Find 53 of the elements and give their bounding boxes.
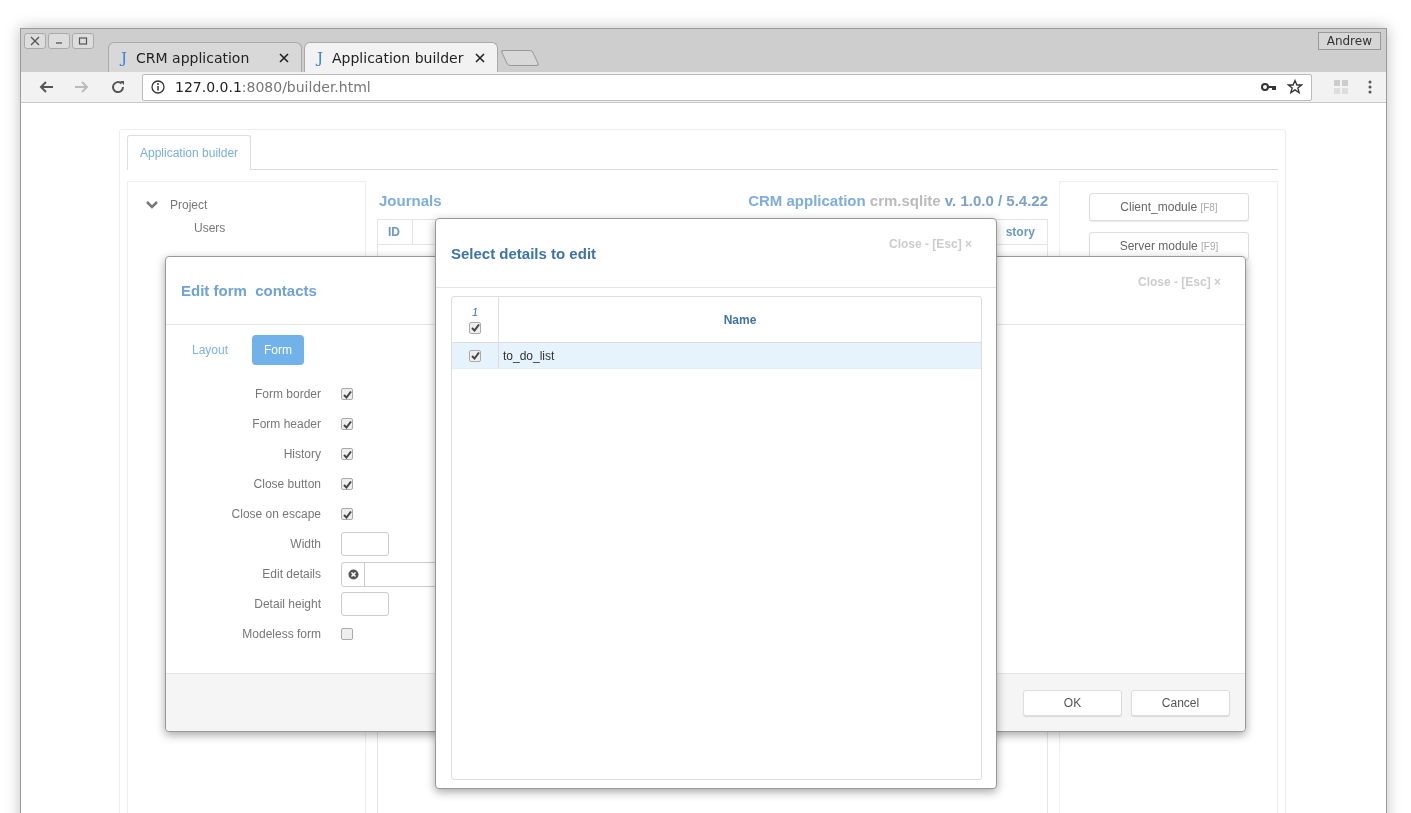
browser-tab[interactable]: J CRM application [108, 42, 302, 72]
maximize-icon[interactable] [78, 36, 88, 46]
selected-count: 1 [471, 305, 479, 318]
checkbox[interactable] [341, 478, 353, 490]
field-label: Close button [252, 477, 321, 491]
input-field[interactable] [341, 532, 389, 556]
tree-item[interactable]: Users [194, 221, 365, 235]
minimize-button[interactable] [48, 33, 70, 49]
journals-title: Journals [379, 192, 442, 209]
column-header[interactable]: ID [378, 220, 413, 244]
app-tab[interactable]: Application builder [127, 135, 252, 170]
dialog-button[interactable]: OK [1023, 689, 1122, 716]
field-label: Width [289, 537, 321, 551]
field-label: Close on escape [230, 507, 321, 521]
field-label: Form header [251, 417, 321, 431]
key-icon[interactable] [1261, 82, 1277, 92]
star-icon[interactable] [1287, 79, 1303, 95]
checkbox[interactable] [341, 628, 353, 640]
close-window-button[interactable] [24, 33, 46, 49]
info-icon[interactable] [151, 80, 165, 94]
close-icon[interactable] [279, 52, 289, 63]
module-button[interactable]: Client_module [F8] [1089, 193, 1249, 221]
checkbox[interactable] [341, 508, 353, 520]
tree-item[interactable]: Project [170, 198, 208, 212]
checkbox[interactable] [341, 388, 353, 400]
dialog-button[interactable]: Cancel [1131, 689, 1230, 716]
column-header[interactable]: story [995, 220, 1047, 244]
table-row[interactable]: to_do_list [452, 343, 981, 369]
field-label: Detail height [253, 597, 321, 611]
profile-button[interactable]: Andrew [1317, 32, 1381, 50]
column-header[interactable]: Name [499, 297, 981, 342]
browser-tab[interactable]: J Application builder [304, 42, 498, 72]
field-label: Modeless form [241, 627, 321, 641]
dialog-title: Edit form contacts [181, 282, 317, 299]
project-info: CRM application crm.sqlite v. 1.0.0 / 5.4.22 [748, 192, 1048, 209]
back-icon[interactable] [38, 79, 54, 95]
select-all-checkbox[interactable] [469, 321, 481, 334]
table-cell-text: to_do_list [502, 347, 556, 365]
checkbox[interactable] [469, 349, 481, 362]
clear-icon[interactable] [347, 568, 359, 580]
address-bar[interactable]: 127.0.0.1:8080/builder.html [142, 73, 1312, 101]
field-label: History [282, 447, 321, 461]
checkbox[interactable] [341, 448, 353, 460]
input-field[interactable] [341, 592, 389, 616]
field-label: Edit details [261, 567, 321, 581]
dialog-title: Select details to edit [451, 245, 597, 262]
reload-icon[interactable] [110, 79, 126, 95]
chevron-icon[interactable] [146, 201, 158, 209]
close-icon[interactable] [475, 52, 485, 63]
field-label: Form border [253, 387, 321, 401]
maximize-button[interactable] [72, 33, 94, 49]
checkbox[interactable] [341, 418, 353, 430]
menu-icon[interactable] [1368, 80, 1372, 94]
